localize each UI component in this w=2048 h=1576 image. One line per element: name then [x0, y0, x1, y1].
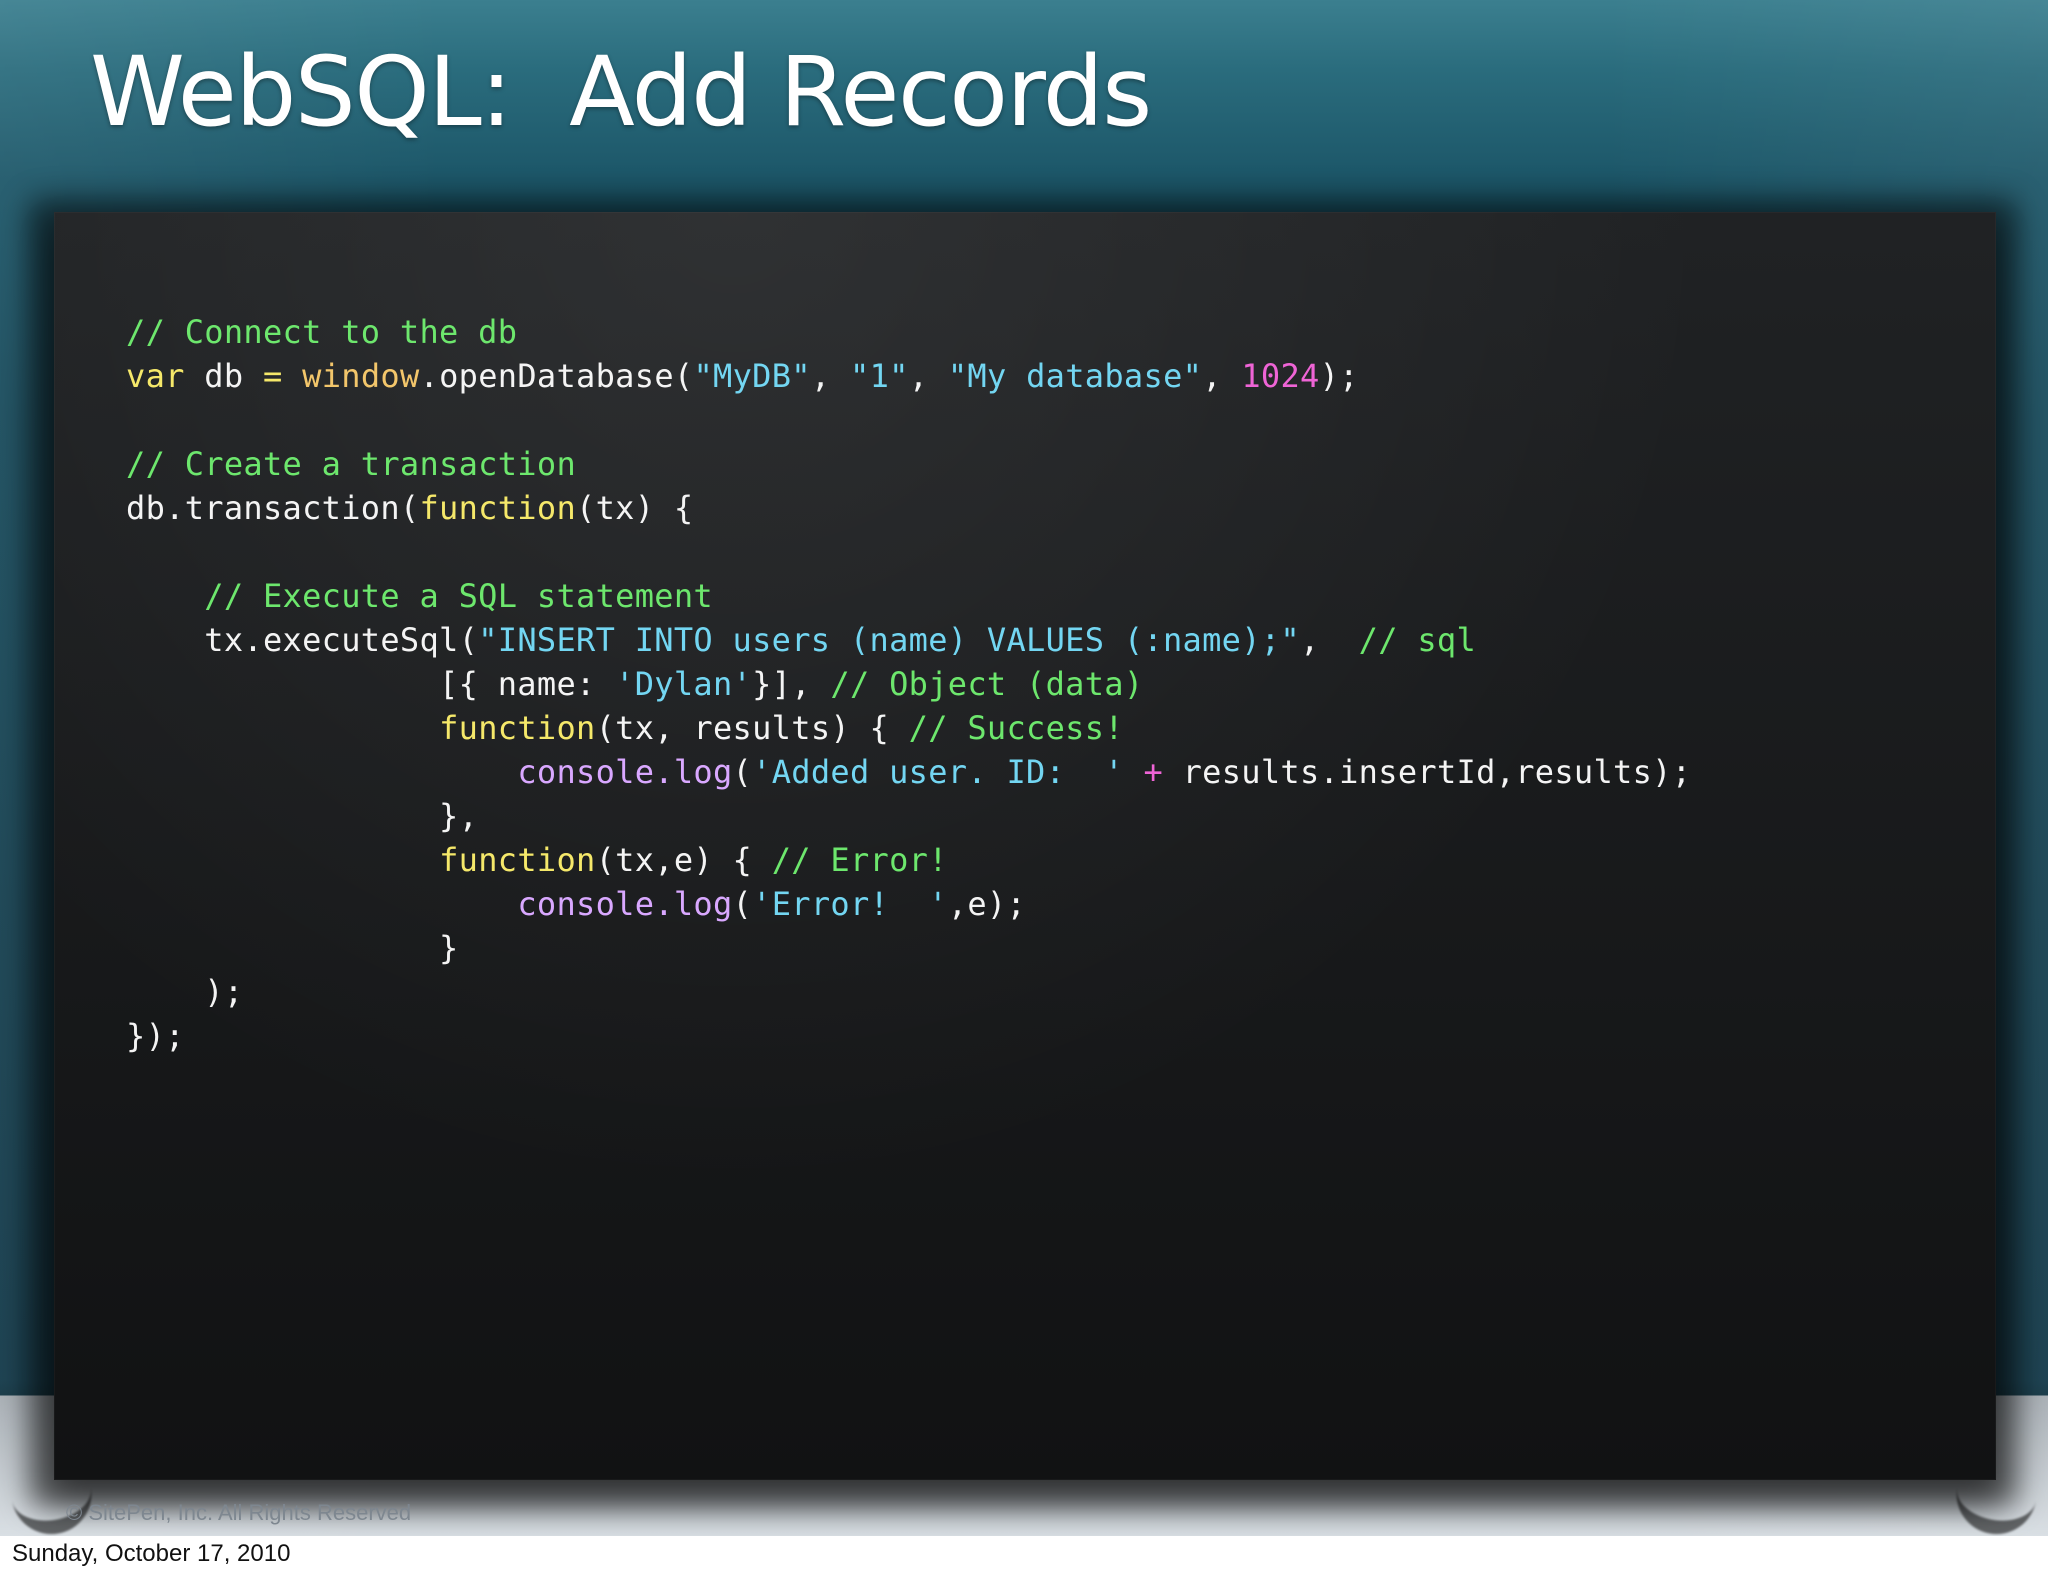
slide-title: WebSQL: Add Records [90, 36, 1152, 148]
code-token: ,e); [947, 885, 1027, 923]
code-panel: // Connect to the db var db = window.open… [54, 212, 1996, 1480]
code-token: // Object (data) [830, 665, 1144, 703]
code-token: console.log [517, 753, 733, 791]
code-token: db.transaction( [126, 489, 420, 527]
code-token: 'Added user. ID: ' [752, 753, 1124, 791]
code-line: function(tx,e) { // Error! [126, 838, 1691, 882]
code-line: }, [126, 794, 1691, 838]
code-token: (tx,e) { [595, 841, 772, 879]
code-token: } [126, 929, 459, 967]
code-token: var [126, 357, 185, 395]
code-token: function [439, 709, 596, 747]
code-token: // Create a transaction [126, 445, 577, 483]
code-token: .openDatabase( [419, 357, 694, 395]
code-token: = [262, 357, 283, 395]
code-token: "1" [850, 357, 909, 395]
code-token: results.insertId,results); [1163, 753, 1692, 791]
code-line: console.log('Error! ',e); [126, 882, 1691, 926]
code-line: // Create a transaction [126, 442, 1691, 486]
code-token: , [810, 357, 850, 395]
code-line: console.log('Added user. ID: ' + results… [126, 750, 1691, 794]
code-token: tx.executeSql( [126, 621, 479, 659]
code-token: "MyDB" [693, 357, 811, 395]
code-token: }, [126, 797, 479, 835]
code-token: , [908, 357, 948, 395]
code-token: ( [732, 885, 753, 923]
code-block: // Connect to the db var db = window.open… [126, 310, 1691, 1058]
code-line: // Execute a SQL statement [126, 574, 1691, 618]
code-token: console.log [517, 885, 733, 923]
code-token: ( [732, 753, 753, 791]
code-token: // sql [1358, 621, 1477, 659]
code-token: , [1299, 621, 1359, 659]
code-token: ); [126, 973, 244, 1011]
code-token: ); [1319, 357, 1359, 395]
code-token: [{ name: [126, 665, 616, 703]
code-token: window [302, 357, 420, 395]
code-line: ); [126, 970, 1691, 1014]
copyright-text: © SitePen, Inc. All Rights Reserved [66, 1500, 412, 1525]
code-token: db [184, 357, 263, 395]
code-line: // Connect to the db [126, 310, 1691, 354]
presentation-slide: WebSQL: Add Records // Connect to the db… [0, 0, 2048, 1536]
code-token: }); [126, 1017, 185, 1055]
code-token: // Execute a SQL statement [204, 577, 713, 615]
code-line: }); [126, 1014, 1691, 1058]
code-token: // Error! [771, 841, 948, 879]
code-token: (tx, results) { [595, 709, 909, 747]
code-token: 'Error! ' [752, 885, 948, 923]
footer-date: Sunday, October 17, 2010 [12, 1540, 291, 1567]
code-token: }], [752, 665, 831, 703]
code-line: } [126, 926, 1691, 970]
code-token: , [1202, 357, 1242, 395]
code-line: tx.executeSql("INSERT INTO users (name) … [126, 618, 1691, 662]
code-token: + [1143, 753, 1164, 791]
code-line: [{ name: 'Dylan'}], // Object (data) [126, 662, 1691, 706]
code-token: function [419, 489, 577, 527]
code-token: 'Dylan' [615, 665, 753, 703]
code-token: (tx) { [576, 489, 694, 527]
code-token: "My database" [947, 357, 1203, 395]
code-token: // Success! [908, 709, 1124, 747]
code-line: db.transaction(function(tx) { [126, 486, 1691, 530]
code-token: // Connect to the db [126, 313, 518, 351]
code-line: var db = window.openDatabase("MyDB", "1"… [126, 354, 1691, 398]
code-token: function [439, 841, 596, 879]
code-token: "INSERT INTO users (name) VALUES (:name)… [478, 621, 1300, 659]
code-token: 1024 [1241, 357, 1320, 395]
code-line: function(tx, results) { // Success! [126, 706, 1691, 750]
